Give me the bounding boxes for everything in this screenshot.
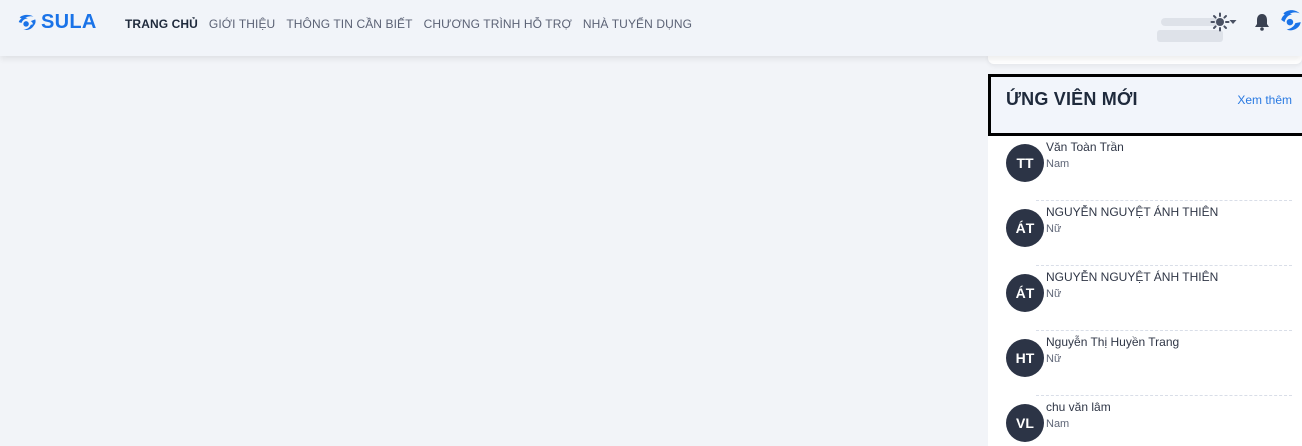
candidate-gender: Nữ [1046, 223, 1062, 235]
avatar: ÁT [1006, 209, 1044, 247]
candidate-gender: Nữ [1046, 353, 1062, 365]
sun-icon[interactable] [1210, 12, 1230, 32]
candidate-name[interactable]: Văn Toàn Trần [1046, 140, 1124, 154]
candidate-gender: Nữ [1046, 288, 1062, 300]
list-item[interactable]: HT Nguyễn Thị Huyền Trang Nữ [988, 331, 1302, 396]
list-item[interactable]: ÁT NGUYỄN NGUYỆT ÁNH THIÊN Nữ [988, 201, 1302, 266]
panel-header: ỨNG VIÊN MỚI Xem thêm [988, 74, 1302, 136]
avatar: HT [1006, 339, 1044, 377]
nav-item-about[interactable]: GIỚI THIỆU [209, 17, 275, 31]
site-logo[interactable]: SULA [16, 11, 97, 34]
candidate-gender: Nam [1046, 158, 1070, 170]
candidate-list: TT Văn Toàn Trần Nam ÁT NGUYỄN NGUYỆT ÁN… [988, 136, 1302, 446]
nav-item-employers[interactable]: NHÀ TUYỂN DỤNG [583, 17, 692, 31]
nav-item-support-programs[interactable]: CHƯƠNG TRÌNH HỖ TRỢ [424, 17, 572, 31]
panel-title: ỨNG VIÊN MỚI [1006, 89, 1138, 109]
nav-item-home[interactable]: TRANG CHỦ [125, 17, 198, 31]
brand-name: SULA [41, 11, 97, 33]
sula-logo-icon [18, 14, 36, 30]
candidate-name[interactable]: chu văn lâm [1046, 400, 1111, 414]
caret-down-icon[interactable] [1229, 18, 1237, 26]
see-more-link[interactable]: Xem thêm [1237, 93, 1292, 107]
candidate-name[interactable]: Nguyễn Thị Huyền Trang [1046, 335, 1179, 349]
candidate-name[interactable]: NGUYỄN NGUYỆT ÁNH THIÊN [1046, 205, 1218, 219]
candidate-gender: Nam [1046, 418, 1070, 430]
brand-logo-icon[interactable] [1278, 8, 1302, 34]
avatar: TT [1006, 144, 1044, 182]
nav-item-info[interactable]: THÔNG TIN CẦN BIẾT [286, 17, 412, 31]
new-candidates-panel: ỨNG VIÊN MỚI Xem thêm TT Văn Toàn Trần N… [988, 74, 1302, 446]
top-navigation-bar: SULA TRANG CHỦ GIỚI THIỆU THÔNG TIN CẦN … [0, 0, 1302, 56]
candidate-name[interactable]: NGUYỄN NGUYỆT ÁNH THIÊN [1046, 270, 1218, 284]
list-item[interactable]: ÁT NGUYỄN NGUYỆT ÁNH THIÊN Nữ [988, 266, 1302, 331]
list-item[interactable]: TT Văn Toàn Trần Nam [988, 136, 1302, 201]
bell-icon[interactable] [1252, 12, 1272, 32]
avatar: ÁT [1006, 274, 1044, 312]
list-item[interactable]: VL chu văn lâm Nam [988, 396, 1302, 446]
avatar: VL [1006, 404, 1044, 442]
main-nav: TRANG CHỦ GIỚI THIỆU THÔNG TIN CẦN BIẾT … [125, 17, 703, 31]
